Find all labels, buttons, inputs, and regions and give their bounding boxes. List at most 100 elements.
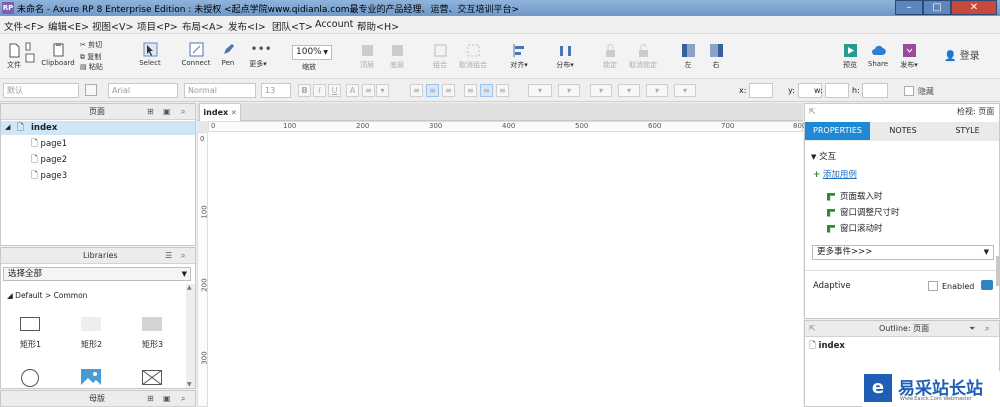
line-width-button[interactable]: ▾ — [618, 84, 640, 97]
align-right-button[interactable]: ≡ — [442, 84, 455, 97]
login-button[interactable]: 👤 登录 — [944, 47, 980, 62]
align-center-button[interactable]: ≡ — [426, 84, 439, 97]
menu-layout[interactable]: 布局<A> — [182, 19, 223, 33]
height-input[interactable] — [862, 83, 888, 98]
publish-dropdown[interactable]: 发布▾ — [898, 43, 920, 70]
tree-item-index[interactable]: ◢ 🗋 index — [1, 121, 195, 135]
pin-icon[interactable]: ⇱ — [809, 104, 816, 119]
ungroup-button[interactable]: 取消组合 — [456, 43, 490, 70]
event-window-scroll[interactable]: 窗口滚动时 — [827, 222, 883, 234]
search-icon[interactable]: ⌕ — [181, 248, 185, 263]
menu-view[interactable]: 视图<V> — [92, 19, 133, 33]
shadow-button[interactable]: ▾ — [558, 84, 580, 97]
add-folder-icon[interactable]: ▣ — [163, 104, 171, 119]
file-button[interactable]: 文件 — [4, 43, 24, 70]
unlock-button[interactable]: 取消锁定 — [626, 43, 660, 70]
tree-item-page1[interactable]: 🗋 page1 — [31, 138, 67, 152]
open-icon[interactable] — [25, 41, 35, 51]
send-to-back-button[interactable]: 底层 — [384, 43, 410, 70]
align-dropdown[interactable]: 对齐▾ — [506, 43, 532, 70]
design-canvas[interactable] — [208, 132, 803, 407]
search-icon[interactable]: ⌕ — [181, 391, 185, 406]
line-pattern-button[interactable]: ▾ — [646, 84, 668, 97]
italic-button[interactable]: I — [313, 84, 326, 97]
menu-file[interactable]: 文件<F> — [4, 19, 44, 33]
underline-button[interactable]: U — [328, 84, 341, 97]
align-bottom-button[interactable]: ≡ — [496, 84, 509, 97]
minimize-button[interactable]: – — [895, 0, 923, 15]
adaptive-enabled-checkbox[interactable] — [928, 281, 938, 291]
add-master-icon[interactable]: ⊞ — [147, 391, 154, 406]
collapse-arrow-icon[interactable]: ◢ — [5, 123, 10, 131]
add-page-icon[interactable]: ⊞ — [147, 104, 154, 119]
ellipse-widget[interactable] — [21, 369, 39, 387]
hidden-checkbox[interactable] — [904, 86, 914, 96]
pin-icon[interactable]: ⇱ — [809, 321, 816, 336]
tab-index[interactable]: index ✕ — [199, 103, 241, 121]
align-left-button[interactable]: ≡ — [410, 84, 423, 97]
maximize-button[interactable]: □ — [923, 0, 951, 15]
bold-button[interactable]: B — [298, 84, 311, 97]
menu-team[interactable]: 团队<T> — [272, 19, 313, 33]
font-color-button[interactable]: A — [346, 84, 359, 97]
pen-tool[interactable]: Pen — [218, 42, 238, 67]
tab-notes[interactable]: NOTES — [871, 122, 935, 140]
placeholder-widget[interactable] — [142, 370, 162, 385]
close-button[interactable]: ✕ — [951, 0, 997, 15]
add-folder-icon[interactable]: ▣ — [163, 391, 171, 406]
copy-button[interactable]: ⧉ 复制 — [80, 52, 101, 62]
rectangle1-widget[interactable] — [20, 317, 40, 331]
format-painter-icon[interactable] — [85, 84, 97, 96]
inspector-scrollbar[interactable] — [996, 256, 999, 286]
line-color-button[interactable]: ▾ — [590, 84, 612, 97]
arrow-style-button[interactable]: ▾ — [674, 84, 696, 97]
search-icon[interactable]: ⌕ — [985, 321, 989, 336]
font-size-select[interactable]: 13 — [261, 83, 291, 98]
scroll-up-icon[interactable]: ▲ — [187, 284, 192, 291]
rectangle3-widget[interactable] — [142, 317, 162, 331]
close-icon[interactable]: ✕ — [231, 109, 237, 117]
align-middle-button[interactable]: ≡ — [480, 84, 493, 97]
event-page-load[interactable]: 页面载入时 — [827, 190, 883, 202]
font-select[interactable]: Arial — [108, 83, 178, 98]
interactions-section-header[interactable]: ▼ 交互 — [811, 150, 836, 162]
width-input[interactable] — [825, 83, 849, 98]
style-select[interactable]: 默认 — [3, 83, 79, 98]
menu-help[interactable]: 帮助<H> — [357, 19, 399, 33]
more-tools-button[interactable]: ••• 更多▾ — [246, 42, 272, 69]
menu-project[interactable]: 项目<P> — [137, 19, 178, 33]
add-case-link[interactable]: + 添加用例 — [813, 168, 857, 180]
outline-item-index[interactable]: 🗋 index — [809, 340, 845, 354]
fill-color-button[interactable]: ▾ — [528, 84, 552, 97]
share-button[interactable]: Share — [867, 43, 889, 68]
tree-item-page3[interactable]: 🗋 page3 — [31, 170, 67, 184]
event-window-resize[interactable]: 窗口调整尺寸时 — [827, 206, 900, 218]
left-panel-toggle[interactable]: 左 — [678, 43, 698, 70]
adaptive-settings-icon[interactable] — [981, 280, 993, 290]
save-icon[interactable] — [25, 53, 35, 63]
clipboard-group[interactable]: Clipboard — [40, 42, 76, 67]
menu-account[interactable]: Account — [315, 19, 353, 30]
image-widget[interactable] — [81, 369, 101, 385]
menu-icon[interactable]: ☰ — [165, 248, 172, 263]
text-highlight-button[interactable]: ▾ — [376, 84, 389, 97]
library-group-header[interactable]: ◢ Default > Common — [7, 291, 87, 300]
distribute-dropdown[interactable]: 分布▾ — [552, 43, 578, 70]
cut-button[interactable]: ✂ 剪切 — [80, 40, 102, 50]
lock-button[interactable]: 锁定 — [598, 43, 622, 70]
align-top-button[interactable]: ≡ — [464, 84, 477, 97]
tab-style[interactable]: STYLE — [936, 122, 999, 140]
scroll-down-icon[interactable]: ▼ — [187, 381, 192, 388]
right-panel-toggle[interactable]: 右 — [706, 43, 726, 70]
library-select[interactable]: 选择全部 ▼ — [3, 267, 191, 281]
more-events-select[interactable]: 更多事件>>> ▼ — [812, 245, 994, 260]
rectangle2-widget[interactable] — [81, 317, 101, 331]
search-icon[interactable]: ⌕ — [181, 104, 185, 119]
paste-button[interactable]: ▤ 粘贴 — [80, 62, 103, 72]
menu-edit[interactable]: 编辑<E> — [48, 19, 89, 33]
zoom-select[interactable]: 100% ▼ — [292, 45, 332, 60]
x-input[interactable] — [749, 83, 773, 98]
tab-properties[interactable]: PROPERTIES — [805, 122, 870, 140]
menu-publish[interactable]: 发布<I> — [228, 19, 266, 33]
bring-to-front-button[interactable]: 顶层 — [354, 43, 380, 70]
